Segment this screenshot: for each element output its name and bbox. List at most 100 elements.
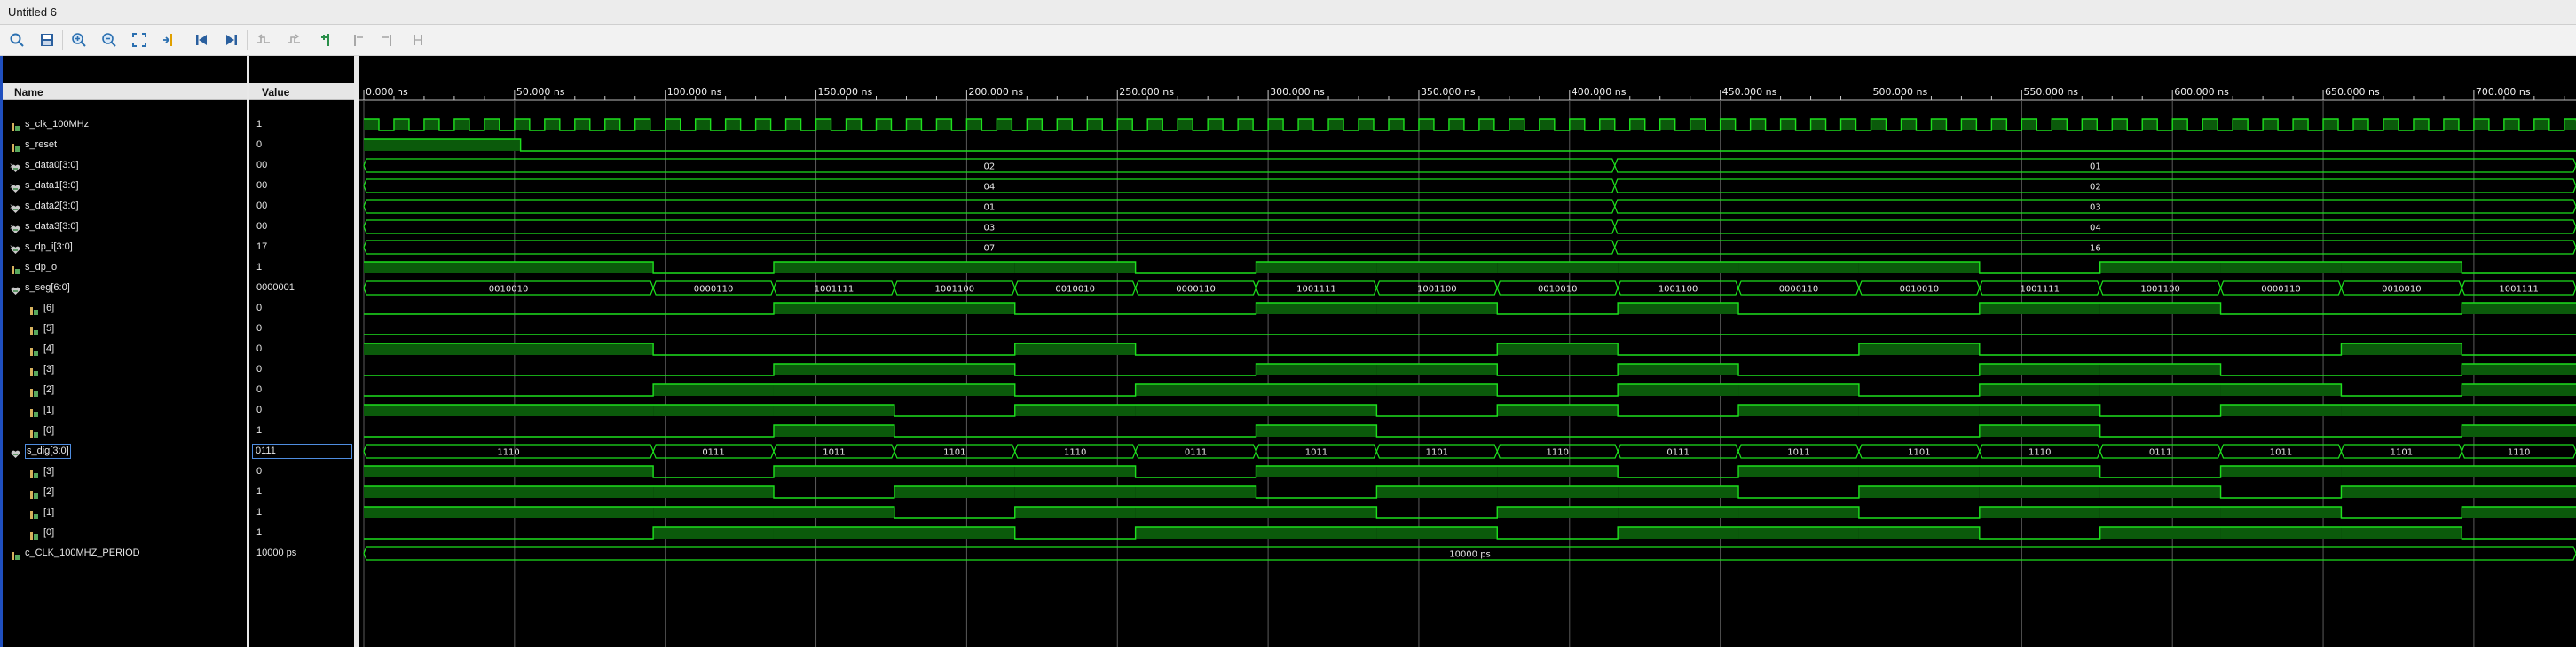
signal-value-row[interactable]: 1 [249, 502, 354, 523]
bit-high-fill [1840, 119, 1856, 130]
time-tick-label: 250.000 ns [1119, 86, 1174, 98]
signal-value-row[interactable]: 0 [249, 135, 354, 155]
signal-value-row[interactable]: 0 [249, 319, 354, 339]
signal-value-row[interactable]: 0000001 [249, 278, 354, 298]
bit-high-fill [1298, 119, 1314, 130]
signal-value-row[interactable]: 00 [249, 155, 354, 176]
swap-cursors-icon[interactable] [408, 30, 428, 50]
bit-high-fill [1178, 119, 1193, 130]
value-column-header[interactable]: Value [249, 83, 354, 100]
signal-name: [2] [43, 384, 55, 395]
signal-row[interactable]: s_dp_o [3, 257, 247, 278]
signal-value: 0 [256, 303, 263, 313]
time-tick-label: 0.000 ns [366, 86, 408, 98]
signal-name: s_data3[3:0] [25, 221, 79, 232]
signal-row[interactable]: [0] [3, 421, 247, 441]
bus-value-label: 1011 [823, 448, 845, 458]
bit-high-fill [1750, 119, 1766, 130]
signal-row[interactable]: [1] [3, 502, 247, 523]
previous-marker-icon[interactable] [348, 30, 367, 50]
go-to-cursor-icon[interactable] [160, 30, 179, 50]
signal-row[interactable]: [5] [3, 319, 247, 339]
next-marker-icon[interactable] [378, 30, 398, 50]
signal-value-row[interactable]: 0 [249, 380, 354, 400]
signal-row[interactable]: ⌄s_seg[6:0] [3, 278, 247, 298]
search-icon[interactable] [7, 30, 27, 50]
next-transition-icon[interactable] [284, 30, 303, 50]
signal-value-row[interactable]: 1 [249, 482, 354, 502]
signal-value: 0 [256, 323, 263, 334]
signal-row[interactable]: [1] [3, 400, 247, 421]
signal-row[interactable]: [3] [3, 462, 247, 482]
bit-icon [29, 344, 39, 356]
signal-value-row[interactable]: 10000 ps [249, 543, 354, 564]
signal-row[interactable]: ⌄s_dig[3:0] [3, 441, 247, 462]
signal-value-row[interactable]: 1 [249, 523, 354, 543]
signal-value-row[interactable]: 0 [249, 339, 354, 359]
name-column-header[interactable]: Name [3, 83, 247, 100]
bus-icon [11, 222, 20, 233]
signal-value-row[interactable]: 0 [249, 462, 354, 482]
previous-transition-icon[interactable] [254, 30, 273, 50]
signal-row[interactable]: [4] [3, 339, 247, 359]
signal-value: 00 [256, 201, 268, 211]
signal-row[interactable]: s_clk_100MHz [3, 114, 247, 135]
signal-value-row[interactable]: 0 [249, 298, 354, 319]
zoom-in-icon[interactable] [69, 30, 89, 50]
bit-high-fill [1618, 384, 1739, 396]
add-marker-icon[interactable] [318, 30, 337, 50]
zoom-out-icon[interactable] [99, 30, 119, 50]
signal-row[interactable]: [6] [3, 298, 247, 319]
waveform-canvas[interactable]: 0.000 ns 50.000 ns 100.000 ns 150.000 ns 200… [359, 56, 2576, 647]
bus-value-label: 04 [984, 183, 996, 193]
signal-value-row[interactable]: 0 [249, 400, 354, 421]
signal-value-row[interactable]: 17 [249, 237, 354, 257]
signal-row[interactable]: › s_data3[3:0] [3, 217, 247, 237]
go-to-last-time-icon[interactable] [222, 30, 241, 50]
bus-icon [11, 446, 20, 458]
bit-high-fill [1618, 364, 1739, 375]
save-icon[interactable] [37, 30, 57, 50]
bus-value-label: 16 [2090, 244, 2101, 254]
signal-row[interactable]: › s_data0[3:0] [3, 155, 247, 176]
waveform-panel[interactable]: 0.000 ns 50.000 ns 100.000 ns 150.000 ns 200… [359, 56, 2576, 647]
bit-high-fill [1027, 119, 1043, 130]
bit-high-fill [1858, 343, 1980, 355]
bit-high-fill [393, 119, 409, 130]
signal-value-row[interactable]: 1 [249, 257, 354, 278]
signal-name: s_dig[3:0] [25, 444, 71, 459]
bit-high-fill [1014, 343, 1136, 355]
signal-value-row[interactable]: 1 [249, 421, 354, 441]
signal-value-row[interactable]: 0111 [249, 441, 354, 462]
signal-row[interactable]: [2] [3, 482, 247, 502]
signal-value-row[interactable]: 00 [249, 217, 354, 237]
signal-row[interactable]: [0] [3, 523, 247, 543]
zoom-fit-icon[interactable] [130, 30, 149, 50]
bit-high-fill [364, 139, 521, 151]
bit-icon [29, 385, 39, 397]
signal-value-row[interactable]: 1 [249, 114, 354, 135]
bit-high-fill [846, 119, 862, 130]
signal-value: 1 [256, 527, 263, 538]
signal-row[interactable]: › s_data2[3:0] [3, 196, 247, 217]
bit-high-fill [894, 527, 1015, 539]
signal-row[interactable]: › s_dp_i[3:0] [3, 237, 247, 257]
bit-high-fill [2202, 119, 2218, 130]
signal-row[interactable]: c_CLK_100MHZ_PERIOD [3, 543, 247, 564]
bit-high-fill [1497, 262, 1619, 273]
bit-high-fill [2323, 119, 2339, 130]
signal-row[interactable]: [2] [3, 380, 247, 400]
signal-name: [6] [43, 303, 55, 313]
bus-value-label: 1101 [2391, 448, 2413, 458]
go-to-time-zero-icon[interactable] [192, 30, 211, 50]
bit-high-fill [1497, 507, 1619, 518]
bit-high-fill [544, 119, 560, 130]
signal-value-row[interactable]: 0 [249, 359, 354, 380]
bit-high-fill [815, 119, 831, 130]
signal-row[interactable]: [3] [3, 359, 247, 380]
signal-value-row[interactable]: 00 [249, 176, 354, 196]
signal-row[interactable]: s_reset [3, 135, 247, 155]
signal-row[interactable]: › s_data1[3:0] [3, 176, 247, 196]
bit-high-fill [1991, 119, 2007, 130]
signal-value-row[interactable]: 00 [249, 196, 354, 217]
